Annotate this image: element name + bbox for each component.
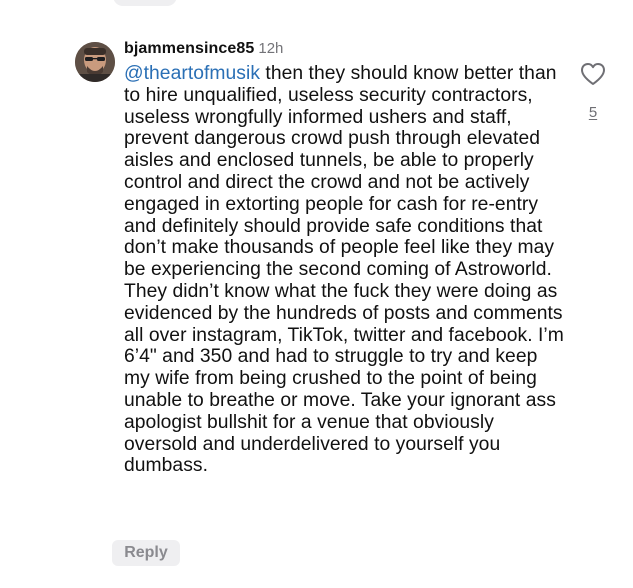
comment: bjammensince85 12h @theartofmusik then th…: [0, 0, 633, 588]
avatar[interactable]: [75, 42, 115, 82]
like-count[interactable]: 5: [578, 104, 608, 122]
avatar-image: [75, 42, 115, 82]
comment-text-content: then they should know better than to hir…: [124, 63, 564, 477]
timestamp: 12h: [258, 40, 284, 57]
like-area: 5: [578, 62, 608, 122]
mention-link[interactable]: @theartofmusik: [124, 63, 260, 84]
heart-icon[interactable]: [580, 62, 606, 86]
comment-text: @theartofmusik then they should know bet…: [124, 63, 564, 477]
username[interactable]: bjammensince85: [124, 40, 254, 57]
reply-button[interactable]: Reply: [112, 540, 180, 566]
comment-body: bjammensince85 12h @theartofmusik then th…: [124, 38, 564, 477]
comment-header: bjammensince85 12h: [124, 38, 564, 60]
